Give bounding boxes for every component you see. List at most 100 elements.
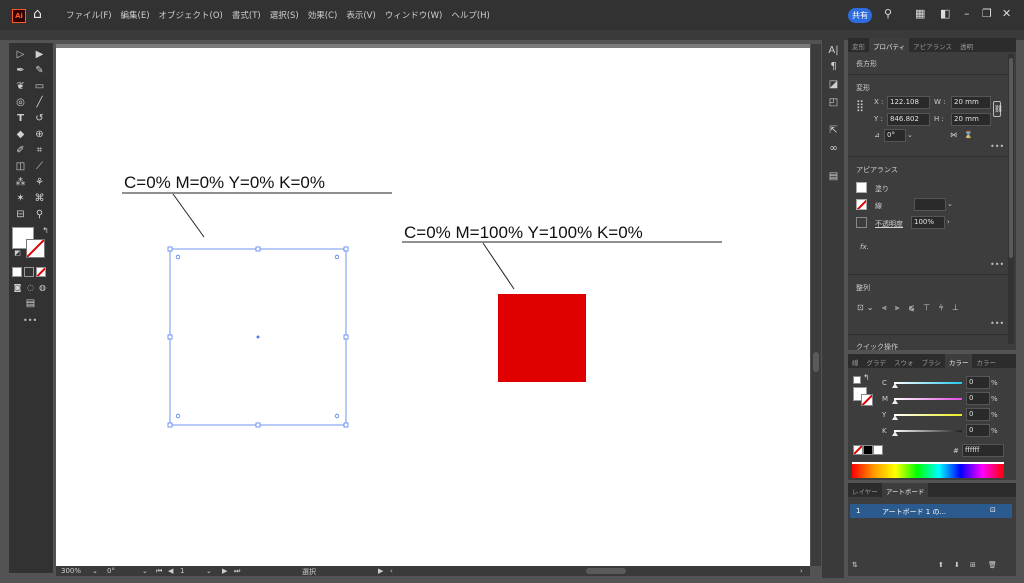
stroke-weight-dropdown-icon[interactable]: ⌄ [947,200,953,208]
color-default-icon[interactable] [853,376,861,384]
w-field[interactable]: 20 mm [951,96,991,109]
channel-k-field[interactable]: 0 [966,424,990,437]
opacity-label[interactable]: 不透明度 [875,219,903,229]
angle-field[interactable]: 0° [884,129,906,142]
home-icon[interactable]: ⌂ [33,6,42,22]
hscroll-right-icon[interactable]: › [800,567,803,575]
tab-appearance[interactable]: アピアランス [909,38,956,52]
tab-swatches[interactable]: スウォ [890,354,918,368]
flip-vertical-icon[interactable]: ⌛ [964,131,973,139]
hand-tool-icon[interactable]: ⊟ [13,208,28,221]
transform-more-icon[interactable]: ••• [990,142,1004,151]
channel-c-field[interactable]: 0 [966,376,990,389]
color-stroke-swatch[interactable] [861,394,873,406]
status-arrow-icon[interactable]: ▶ [378,567,383,575]
search-icon[interactable]: ⚲ [884,7,892,20]
tab-properties[interactable]: プロパティ [869,38,910,52]
gradient-mode-icon[interactable] [24,267,34,277]
stroke-weight-field[interactable] [914,198,946,211]
direct-selection-tool-icon[interactable]: ▶ [32,48,47,61]
swap-fill-stroke-icon[interactable]: ↰ [38,224,53,237]
artboard-number[interactable]: 1 [180,567,184,575]
new-artboard-icon[interactable]: ⊞ [970,561,976,569]
paragraph-panel-icon[interactable]: ¶ [826,60,841,73]
spiral-tool-icon[interactable]: ◎ [13,96,28,109]
none-swatch[interactable] [853,445,863,455]
black-swatch[interactable] [863,445,873,455]
channel-m-field[interactable]: 0 [966,392,990,405]
artboard-row-name[interactable]: アートボード 1 の... [882,507,946,517]
stroke-swatch[interactable] [26,239,45,258]
menu-file[interactable]: ファイル(F) [66,9,112,21]
menu-effect[interactable]: 効果(C) [308,9,338,21]
menu-select[interactable]: 選択(S) [270,9,299,21]
tab-brushes[interactable]: ブラシ [918,354,945,368]
zoom-tool-icon[interactable]: ⚲ [32,208,47,221]
brush-tool-icon[interactable]: ❦ [13,80,28,93]
prev-artboard-icon[interactable]: ◀ [168,567,173,575]
rearrange-icon[interactable]: ⇅ [852,561,858,569]
first-artboard-icon[interactable]: ⏮ [156,567,162,576]
column-graph-tool-icon[interactable]: ✶ [13,192,28,205]
stroke-color-swatch[interactable] [856,199,867,210]
opacity-arrow-icon[interactable]: › [947,218,950,226]
align-buttons-row[interactable]: ⊡⌄ ⫷ ⫸ ⫹ ⊤ ⫩ ⊥ [857,303,962,313]
menu-edit[interactable]: 編集(E) [121,9,150,21]
character-panel-icon[interactable]: A| [826,44,841,57]
share-button[interactable]: 共有 [848,8,872,23]
libraries-panel-icon[interactable]: ◰ [826,96,841,109]
screen-mode-icon[interactable]: ▤ [23,297,38,310]
tab-color[interactable]: カラー [944,354,973,368]
hscroll-thumb[interactable] [586,568,626,574]
rectangle-tool-icon[interactable]: ▭ [32,80,47,93]
y-field[interactable]: 846.802 [887,113,930,126]
last-artboard-icon[interactable]: ⏭ [234,567,240,576]
appearance-more-icon[interactable]: ••• [990,260,1004,269]
reference-point-icon[interactable]: ⣿ [856,99,864,112]
angle-dropdown-icon[interactable]: ⌄ [907,131,913,139]
fill-color-swatch[interactable] [856,182,867,193]
hex-field[interactable]: ffffff [962,444,1004,457]
x-field[interactable]: 122.108 [887,96,930,109]
links-panel-icon[interactable]: ∞ [826,142,841,155]
white-swatch[interactable] [873,445,883,455]
channel-y-field[interactable]: 0 [966,408,990,421]
menu-help[interactable]: ヘルプ(H) [451,9,490,21]
none-mode-icon[interactable] [36,267,46,277]
move-down-icon[interactable]: ⬇ [954,561,960,569]
tab-transform[interactable]: 変形 [848,38,869,52]
arrange-documents-icon[interactable]: ▦ [915,7,925,20]
artboard-dropdown-icon[interactable]: ⌄ [206,567,212,575]
pencil-tool-icon[interactable]: ╱ [32,96,47,109]
channel-y-slider[interactable] [892,414,962,420]
color-swap-icon[interactable]: ↰ [863,373,870,382]
shape-builder-tool-icon[interactable]: ⊕ [32,128,47,141]
artboard-options-icon[interactable]: ⊡ [990,506,996,514]
close-icon[interactable]: ✕ [1002,7,1011,20]
constrain-proportions-icon[interactable]: ⛓ [993,101,1003,117]
vertical-scrollbar[interactable] [811,44,821,566]
tab-layers[interactable]: レイヤー [848,483,882,497]
blend-tool-icon[interactable]: ⁂ [13,176,28,189]
artboard-tool-icon[interactable]: ⌘ [32,192,47,205]
menu-type[interactable]: 書式(T) [232,9,261,21]
tab-transparency[interactable]: 透明 [956,38,977,52]
rotation-dropdown-icon[interactable]: ⌄ [142,567,148,575]
restore-icon[interactable]: ❐ [982,7,992,20]
rotation-value[interactable]: 0° [107,567,115,575]
zoom-level[interactable]: 300% [61,567,81,575]
edit-toolbar-icon[interactable]: ••• [23,316,37,325]
flip-horizontal-icon[interactable]: ⋈ [950,131,957,139]
next-artboard-icon[interactable]: ▶ [222,567,227,575]
free-transform-tool-icon[interactable]: ⌗ [32,144,47,157]
width-tool-icon[interactable]: ✐ [13,144,28,157]
red-square[interactable] [498,294,586,382]
menu-window[interactable]: ウィンドウ(W) [385,9,443,21]
draw-inside-icon[interactable]: ◍ [35,281,50,294]
channel-m-slider[interactable] [892,398,962,404]
menu-object[interactable]: オブジェクト(O) [159,9,223,21]
minimize-icon[interactable]: – [964,7,970,20]
default-colors-icon[interactable]: ◩ [10,247,25,260]
perspective-tool-icon[interactable]: ◫ [13,160,28,173]
artboard-row[interactable]: 1 アートボード 1 の... ⊡ [850,504,1012,518]
